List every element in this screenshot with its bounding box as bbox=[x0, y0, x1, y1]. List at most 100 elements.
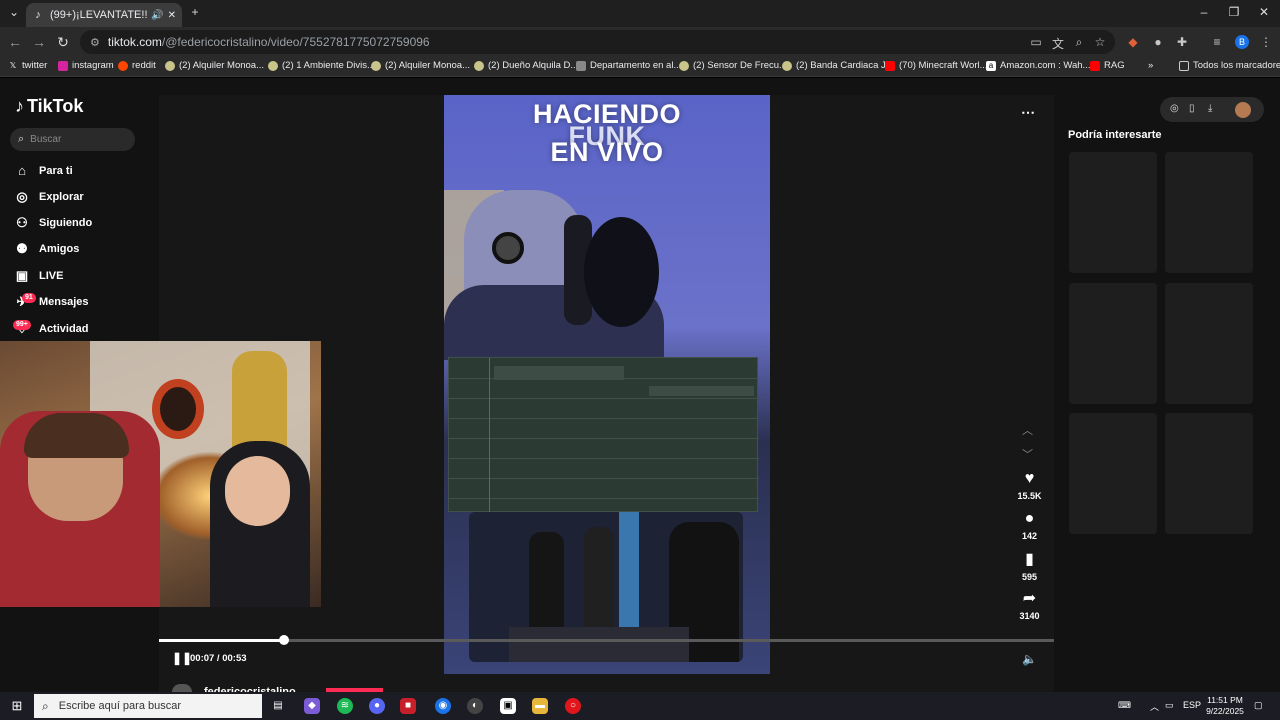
language-indicator[interactable]: ESP bbox=[1183, 700, 1201, 710]
windows-start-icon[interactable]: ⊞ bbox=[9, 698, 25, 714]
comment-button[interactable]: ● 142 bbox=[1012, 510, 1047, 541]
globe-icon bbox=[165, 60, 175, 71]
bookmark-icon: ▮ bbox=[1025, 551, 1034, 568]
recommended-card[interactable] bbox=[1069, 413, 1157, 534]
recommended-card[interactable] bbox=[1069, 152, 1157, 273]
volume-icon[interactable]: 🔈 bbox=[1022, 652, 1037, 666]
url-path: /@federicocristalino/video/7552781775072… bbox=[161, 35, 430, 49]
task-view-icon[interactable]: ▤ bbox=[270, 698, 286, 714]
puzzle-icon[interactable]: ✚ bbox=[1174, 35, 1190, 49]
globe-icon bbox=[371, 60, 381, 71]
nav-siguiendo[interactable]: ⚇ Siguiendo bbox=[14, 215, 92, 231]
extension-fox-icon[interactable]: ◆ bbox=[1125, 35, 1141, 49]
recommended-card[interactable] bbox=[1165, 413, 1253, 534]
bookmark-rag[interactable]: RAG bbox=[1090, 60, 1125, 71]
bookmark-banda[interactable]: (2) Banda Cardiaca J... bbox=[782, 60, 894, 71]
video-frame[interactable]: HACIENDO FUNK EN VIVO bbox=[444, 95, 770, 674]
nav-live[interactable]: ▣ LIVE bbox=[14, 268, 64, 284]
search-input[interactable]: ⌕ Buscar bbox=[10, 128, 135, 151]
nav-para-ti[interactable]: ⌂ Para ti bbox=[14, 163, 73, 179]
speaker-icon[interactable]: 🔊 bbox=[151, 10, 163, 21]
copilot-icon[interactable]: ◆ bbox=[304, 698, 320, 714]
back-icon[interactable]: ← bbox=[6, 34, 24, 50]
recommended-card[interactable] bbox=[1165, 152, 1253, 273]
user-avatar[interactable] bbox=[1235, 102, 1251, 118]
share-button[interactable]: ➦ 3140 bbox=[1012, 588, 1047, 621]
network-icon[interactable]: ▭ bbox=[1165, 700, 1174, 711]
download-icon[interactable]: ⤓ bbox=[1208, 103, 1212, 114]
nav-explorar[interactable]: ◎ Explorar bbox=[14, 189, 83, 205]
bookmark-star-icon[interactable]: ☆ bbox=[1092, 35, 1108, 49]
profile-avatar[interactable]: B bbox=[1235, 35, 1249, 49]
costume bbox=[232, 351, 287, 451]
nav-amigos[interactable]: ⚉ Amigos bbox=[14, 241, 79, 257]
next-video-icon[interactable]: ﹀ bbox=[1022, 446, 1033, 462]
translate-icon[interactable]: 文 bbox=[1050, 35, 1066, 52]
bookmark-alquiler-1[interactable]: (2) Alquiler Monoa... bbox=[165, 60, 264, 71]
forward-icon[interactable]: → bbox=[30, 34, 48, 50]
site-info-icon[interactable]: ⚙ bbox=[90, 36, 100, 49]
discord-icon[interactable]: ● bbox=[369, 698, 385, 714]
recommended-title: Podría interesarte bbox=[1068, 129, 1162, 141]
author-avatar[interactable] bbox=[172, 684, 192, 692]
activity-badge: 99+ bbox=[13, 320, 31, 330]
extension-icon[interactable]: ● bbox=[1150, 35, 1166, 49]
x-icon: 𝕏 bbox=[9, 60, 17, 70]
like-button[interactable]: ♥ 15.5K bbox=[1012, 470, 1047, 501]
share-icon: ➦ bbox=[1022, 590, 1037, 607]
bookmark-amazon[interactable]: a Amazon.com : Wah... bbox=[986, 60, 1090, 71]
address-bar[interactable]: ⚙ tiktok.com/@federicocristalino/video/7… bbox=[80, 30, 1115, 54]
close-window-icon[interactable]: ✕ bbox=[1254, 5, 1274, 19]
tab-search-icon[interactable]: ⌄ bbox=[4, 5, 24, 19]
bookmark-instagram[interactable]: instagram bbox=[58, 60, 114, 71]
instagram-icon bbox=[58, 60, 68, 71]
obs-icon[interactable]: ◐ bbox=[467, 698, 483, 714]
media-control-icon[interactable]: ≡ bbox=[1209, 35, 1225, 49]
bookmark-departamento[interactable]: Departamento en al... bbox=[576, 60, 681, 71]
tray-overflow-icon[interactable]: ︿ bbox=[1150, 700, 1159, 713]
chrome-icon[interactable]: ◉ bbox=[435, 698, 451, 714]
previous-video-icon[interactable]: ︿ bbox=[1022, 422, 1033, 438]
pop-filter bbox=[584, 217, 659, 327]
globe-icon bbox=[268, 60, 278, 71]
bookmark-alquiler-2[interactable]: (2) Alquiler Monoa... bbox=[371, 60, 470, 71]
minimize-icon[interactable]: – bbox=[1194, 5, 1214, 19]
save-button[interactable]: ▮ 595 bbox=[1012, 549, 1047, 582]
keyboard-icon[interactable]: ⌨ bbox=[1118, 700, 1131, 711]
bookmark-ambiente[interactable]: (2) 1 Ambiente Divis... bbox=[268, 60, 375, 71]
restore-icon[interactable]: ❐ bbox=[1224, 5, 1244, 19]
close-tab-icon[interactable]: ✕ bbox=[168, 10, 176, 21]
bookmark-twitter[interactable]: 𝕏twitter bbox=[8, 60, 48, 71]
recommended-card[interactable] bbox=[1165, 283, 1253, 404]
new-tab-icon[interactable]: + bbox=[185, 5, 205, 19]
file-explorer-icon[interactable]: ▬ bbox=[532, 698, 548, 714]
amazon-icon: a bbox=[986, 60, 996, 71]
video-progress-bar[interactable] bbox=[159, 635, 1054, 645]
comment-count: 142 bbox=[1021, 531, 1038, 541]
spotify-icon[interactable]: ≋ bbox=[337, 698, 353, 714]
bookmark-minecraft[interactable]: (70) Minecraft Worl... bbox=[885, 60, 988, 71]
app-icon[interactable]: ■ bbox=[400, 698, 416, 714]
folder-icon bbox=[1179, 60, 1189, 71]
capcut-icon[interactable]: ▣ bbox=[500, 698, 516, 714]
bookmark-dueno[interactable]: (2) Dueño Alquila D... bbox=[474, 60, 578, 71]
browser-tab[interactable]: ♪ (99+)¡LEVANTATE!! QUE HAC 🔊 ✕ bbox=[26, 3, 182, 27]
taskbar-search-input[interactable]: ⌕ Escribe aquí para buscar bbox=[34, 694, 262, 718]
taskbar-clock[interactable]: 11:51 PM 9/22/2025 bbox=[1200, 695, 1250, 717]
recommended-card[interactable] bbox=[1069, 283, 1157, 404]
zoom-icon[interactable]: ⌕ bbox=[1071, 35, 1087, 50]
bookmark-sensor[interactable]: (2) Sensor De Frecu... bbox=[679, 60, 787, 71]
device-icon[interactable]: ▯ bbox=[1189, 103, 1195, 114]
search-icon: ⌕ bbox=[42, 698, 49, 713]
compass-icon[interactable]: ◎ bbox=[1170, 103, 1179, 114]
cast-icon[interactable]: ▭ bbox=[1028, 35, 1044, 49]
bookmarks-overflow[interactable]: » bbox=[1148, 60, 1153, 71]
bookmark-reddit[interactable]: reddit bbox=[118, 60, 156, 71]
all-bookmarks[interactable]: Todos los marcadores bbox=[1179, 60, 1280, 71]
more-options-icon[interactable]: ⋯ bbox=[1021, 104, 1036, 121]
menu-icon[interactable]: ⋮ bbox=[1258, 35, 1274, 49]
notifications-icon[interactable]: ▢ bbox=[1254, 700, 1263, 711]
opera-icon[interactable]: ○ bbox=[565, 698, 581, 714]
tiktok-logo[interactable]: ♪ TikTok bbox=[15, 96, 83, 117]
reload-icon[interactable]: ↻ bbox=[54, 34, 72, 51]
